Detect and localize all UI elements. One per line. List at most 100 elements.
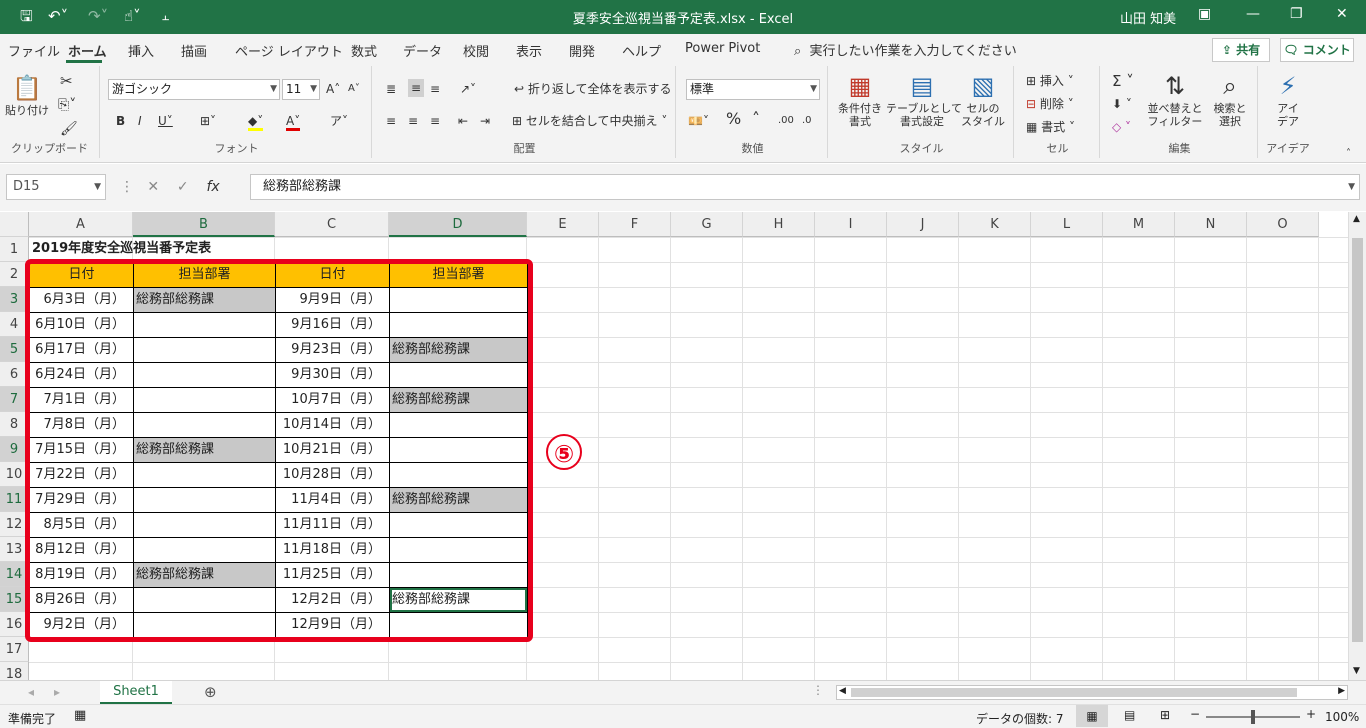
bold-icon[interactable]: B	[116, 114, 125, 128]
column-header[interactable]: K	[959, 212, 1031, 237]
autosum-icon[interactable]: Σ ˅	[1112, 74, 1134, 89]
column-header[interactable]: L	[1031, 212, 1103, 237]
close-icon[interactable]: ✕	[1336, 6, 1348, 22]
tell-me-search[interactable]: ⌕ 実行したい作業を入力してください	[794, 40, 1017, 59]
collapse-ribbon-icon[interactable]: ˄	[1346, 147, 1351, 161]
next-sheet-icon[interactable]: ▸	[54, 685, 60, 699]
increase-decimal-icon[interactable]: .00	[778, 114, 794, 128]
find-select-button[interactable]: ⌕ 検索と 選択	[1206, 72, 1254, 128]
align-top-icon[interactable]: ≣	[386, 82, 396, 96]
tab-formulas[interactable]: 数式	[351, 41, 377, 60]
tab-power-pivot[interactable]: Power Pivot	[685, 41, 760, 56]
column-header[interactable]: H	[743, 212, 815, 237]
fill-color-icon[interactable]: ◆˅	[248, 114, 264, 131]
scroll-left-icon[interactable]: ◀	[839, 686, 846, 696]
format-as-table-button[interactable]: ▤ テーブルとして 書式設定	[886, 72, 962, 128]
name-box[interactable]: D15 ▼	[6, 174, 106, 200]
row-header[interactable]: 1	[0, 237, 29, 262]
add-sheet-icon[interactable]: ⊕	[204, 683, 217, 701]
zoom-level[interactable]: 100%	[1325, 710, 1359, 724]
tab-split-icon[interactable]: ⋮	[812, 683, 824, 697]
format-cells-button[interactable]: ▦ 書式 ˅	[1026, 120, 1075, 134]
phonetic-icon[interactable]: ア˅	[330, 114, 348, 128]
clear-icon[interactable]: ◇ ˅	[1112, 120, 1131, 134]
minimize-icon[interactable]: —	[1246, 6, 1260, 22]
insert-function-icon[interactable]: fx	[206, 179, 219, 195]
decrease-font-icon[interactable]: A˅	[348, 82, 360, 96]
align-center-icon[interactable]: ≡	[408, 114, 418, 128]
tab-home[interactable]: ホーム	[68, 41, 107, 60]
column-header[interactable]: I	[815, 212, 887, 237]
increase-indent-icon[interactable]: ⇥	[480, 114, 490, 128]
fill-icon[interactable]: ⬇ ˅	[1112, 97, 1132, 111]
tab-page-layout[interactable]: ページ レイアウト	[235, 41, 343, 60]
percent-icon[interactable]: %	[726, 111, 741, 127]
tab-file[interactable]: ファイル	[8, 41, 60, 60]
tab-draw[interactable]: 描画	[181, 41, 207, 60]
select-all-corner[interactable]	[0, 212, 29, 237]
conditional-format-button[interactable]: ▦ 条件付き 書式	[834, 72, 886, 128]
cell-styles-button[interactable]: ▧ セルの スタイル	[956, 72, 1010, 128]
insert-cells-button[interactable]: ⊞ 挿入 ˅	[1026, 74, 1074, 88]
macro-record-icon[interactable]: ▦	[74, 708, 86, 723]
comma-icon[interactable]: ˄	[752, 111, 760, 127]
ideas-button[interactable]: ⚡ アイ デア	[1266, 72, 1310, 128]
decrease-decimal-icon[interactable]: .0	[802, 114, 812, 128]
tab-insert[interactable]: 挿入	[128, 41, 154, 60]
page-layout-view-icon[interactable]: ▤	[1124, 708, 1135, 722]
column-header[interactable]: D	[389, 212, 527, 237]
sort-filter-button[interactable]: ⇅ 並べ替えと フィルター	[1146, 72, 1204, 128]
font-size-combo[interactable]: 11 ▼	[282, 79, 320, 100]
formula-input[interactable]: 総務部総務課 ▼	[250, 174, 1360, 200]
align-left-icon[interactable]: ≡	[386, 114, 396, 128]
enter-icon[interactable]: ✓	[177, 179, 189, 195]
copy-icon[interactable]: ⎘˅	[58, 98, 76, 112]
column-header[interactable]: A	[29, 212, 133, 237]
merge-center-button[interactable]: ⊞ セルを結合して中央揃え ˅	[512, 114, 667, 128]
ribbon-display-icon[interactable]: ▣	[1198, 6, 1211, 22]
scroll-right-icon[interactable]: ▶	[1338, 686, 1345, 696]
user-name[interactable]: 山田 知美	[1120, 8, 1176, 27]
decrease-indent-icon[interactable]: ⇤	[458, 114, 468, 128]
number-format-combo[interactable]: 標準 ▼	[686, 79, 820, 100]
wrap-text-button[interactable]: ↩ 折り返して全体を表示する	[514, 82, 672, 96]
scroll-thumb[interactable]	[1352, 238, 1363, 642]
zoom-out-icon[interactable]: −	[1190, 707, 1200, 721]
zoom-slider-thumb[interactable]	[1251, 710, 1255, 724]
tab-view[interactable]: 表示	[516, 41, 542, 60]
delete-cells-button[interactable]: ⊟ 削除 ˅	[1026, 97, 1074, 111]
format-painter-icon[interactable]: 🖌	[60, 122, 78, 136]
scroll-down-icon[interactable]: ▼	[1353, 666, 1360, 676]
sheet-tab-sheet1[interactable]: Sheet1	[100, 681, 172, 705]
scroll-up-icon[interactable]: ▲	[1353, 214, 1360, 224]
tab-data[interactable]: データ	[403, 41, 442, 60]
currency-icon[interactable]: 💴˅	[688, 114, 709, 128]
orientation-icon[interactable]: ↗˅	[460, 82, 476, 96]
font-name-combo[interactable]: 游ゴシック ▼	[108, 79, 280, 100]
prev-sheet-icon[interactable]: ◂	[28, 685, 34, 699]
row-header[interactable]: 18	[0, 662, 29, 680]
zoom-in-icon[interactable]: +	[1306, 707, 1316, 721]
cancel-icon[interactable]: ✕	[147, 179, 159, 195]
share-button[interactable]: ⇪ 共有	[1212, 38, 1270, 62]
expand-formula-icon[interactable]: ▼	[1348, 175, 1355, 199]
column-header[interactable]: O	[1247, 212, 1319, 237]
worksheet-grid[interactable]: ABCDEFGHIJKLMNO 1 2 3 4 5 6 7 8 9 10 11 12 13 14 15 16 1…	[0, 212, 1348, 680]
italic-icon[interactable]: I	[138, 114, 142, 128]
borders-icon[interactable]: ⊞˅	[200, 114, 216, 128]
font-color-icon[interactable]: A˅	[286, 114, 301, 131]
align-middle-icon[interactable]: ≡	[408, 79, 425, 97]
align-right-icon[interactable]: ≡	[430, 114, 440, 128]
underline-icon[interactable]: U˅	[158, 114, 173, 128]
cut-icon[interactable]: ✂	[60, 74, 73, 89]
paste-button[interactable]: 📋 貼り付け	[4, 74, 50, 117]
normal-view-icon[interactable]: ▦	[1076, 705, 1108, 727]
comment-button[interactable]: 🗨 コメント	[1280, 38, 1354, 62]
page-break-view-icon[interactable]: ⊞	[1160, 708, 1170, 722]
tab-help[interactable]: ヘルプ	[622, 41, 661, 60]
increase-font-icon[interactable]: A˄	[326, 82, 340, 96]
vertical-scrollbar[interactable]: ▲ ▼	[1348, 212, 1366, 680]
h-scroll-thumb[interactable]	[851, 688, 1297, 697]
tab-review[interactable]: 校閲	[463, 41, 489, 60]
column-header[interactable]: M	[1103, 212, 1175, 237]
